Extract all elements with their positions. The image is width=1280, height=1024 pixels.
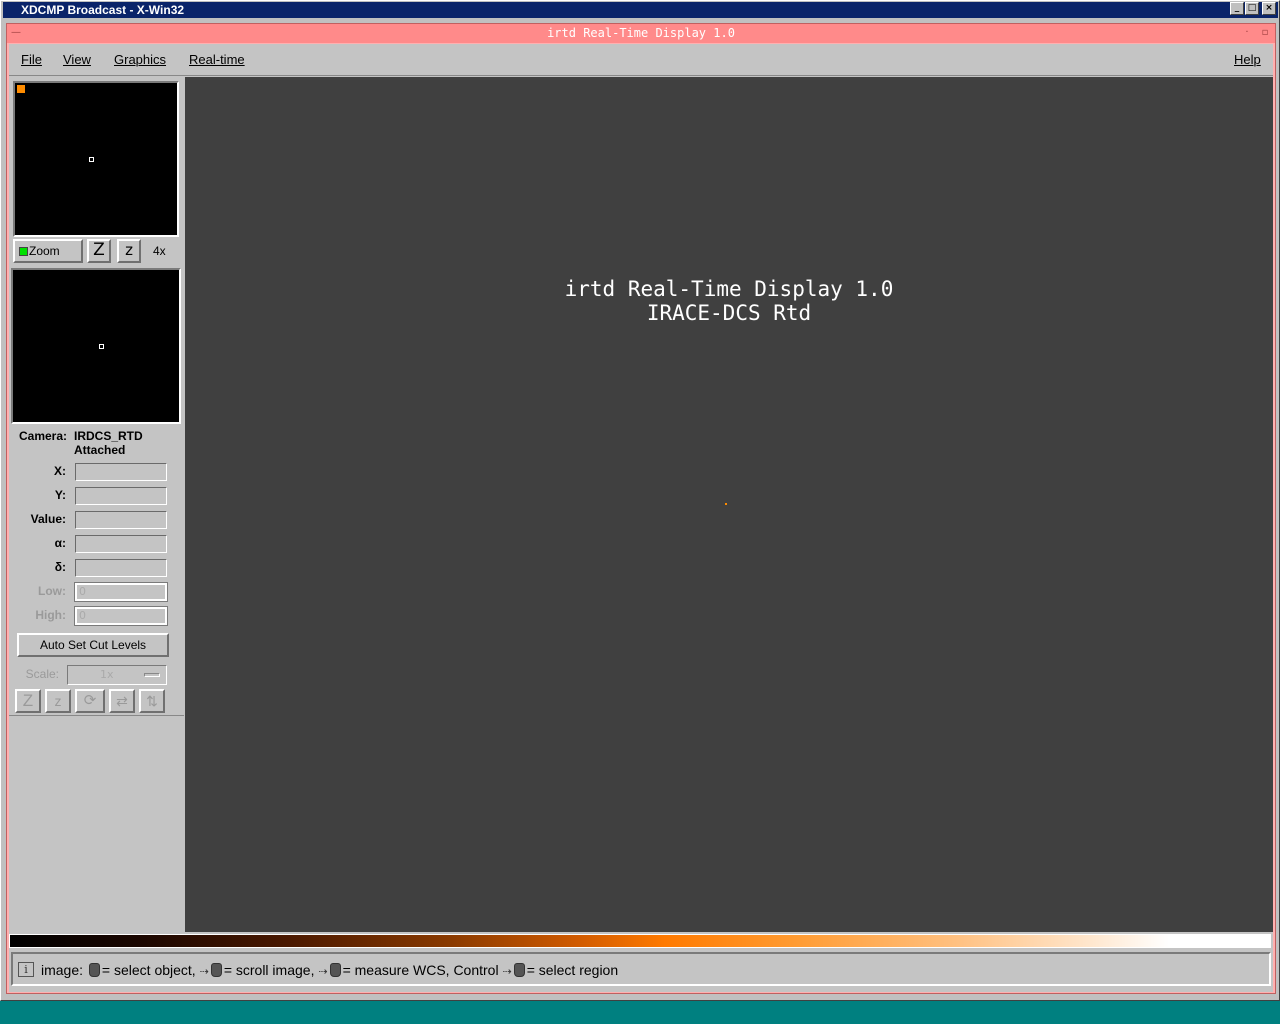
zoom-factor: 4x <box>153 244 166 258</box>
x-window-title: irtd Real-Time Display 1.0 <box>547 26 735 40</box>
mouse-right-icon <box>329 963 341 977</box>
image-canvas[interactable]: irtd Real-Time Display 1.0 IRACE-DCS Rtd <box>185 77 1273 932</box>
maximize-button[interactable]: □ <box>1245 2 1259 15</box>
y-label: Y: <box>54 488 66 502</box>
menu-realtime[interactable]: Real-time <box>189 52 245 67</box>
x-win32-window: XDCMP Broadcast - X-Win32 _ □ × irtd Rea… <box>0 0 1280 1001</box>
splash-title: irtd Real-Time Display 1.0 <box>564 277 894 301</box>
camera-label: Camera: <box>19 429 68 443</box>
panner-center-marker <box>89 157 94 162</box>
x-menu-icon[interactable]: — <box>9 27 23 39</box>
x-window-titlebar[interactable]: irtd Real-Time Display 1.0 <box>7 24 1275 43</box>
status-message: image: = select object, ⇢ = scroll image,… <box>41 962 619 978</box>
alpha-field <box>75 535 167 553</box>
x-minimize-icon[interactable]: · <box>1240 27 1254 39</box>
menu-file[interactable]: File <box>21 52 42 67</box>
x-window-frame: irtd Real-Time Display 1.0 — · ▫ File Vi… <box>6 23 1276 994</box>
auto-set-cut-levels-button[interactable]: Auto Set Cut Levels <box>17 633 169 657</box>
panner-region-marker[interactable] <box>17 85 25 93</box>
menu-graphics[interactable]: Graphics <box>114 52 166 67</box>
sidebar-divider <box>9 715 184 716</box>
x-label: X: <box>54 464 66 478</box>
minimize-button[interactable]: _ <box>1230 2 1244 15</box>
drag-arrow-icon: ⇢ <box>502 966 512 978</box>
rotate-tool-icon[interactable]: ⟳ <box>75 689 105 713</box>
flip-x-tool-icon[interactable]: ⇄ <box>109 689 135 713</box>
low-label: Low: <box>38 584 66 598</box>
flip-y-tool-icon[interactable]: ⇅ <box>139 689 165 713</box>
y-field <box>75 487 167 505</box>
window-title: XDCMP Broadcast - X-Win32 <box>21 3 185 17</box>
drag-arrow-icon: ⇢ <box>318 966 328 978</box>
x-maximize-icon[interactable]: ▫ <box>1258 27 1272 39</box>
alpha-label: α: <box>54 536 66 550</box>
mouse-left-icon <box>88 963 100 977</box>
image-pixel-marker <box>725 503 727 505</box>
close-button[interactable]: × <box>1262 2 1276 15</box>
menu-view[interactable]: View <box>63 52 91 67</box>
info-icon: i <box>18 962 34 977</box>
status-bar: i image: = select object, ⇢ = scroll imag… <box>11 952 1271 986</box>
menu-help[interactable]: Help <box>1234 52 1261 67</box>
mouse-left-icon <box>513 963 525 977</box>
drag-arrow-icon: ⇢ <box>199 966 209 978</box>
camera-name: IRDCS_RTD <box>74 429 143 443</box>
zoom-out-tool-icon[interactable]: z <box>45 689 71 713</box>
colorbar[interactable] <box>9 934 1271 948</box>
mouse-middle-icon <box>210 963 222 977</box>
high-label: High: <box>35 608 66 622</box>
value-label: Value: <box>30 512 66 526</box>
desktop-background <box>0 1001 1280 1024</box>
window-titlebar[interactable]: XDCMP Broadcast - X-Win32 <box>3 2 1278 18</box>
menubar: File View Graphics Real-time Help <box>9 44 1273 76</box>
magnifier-center-marker <box>99 344 104 349</box>
delta-label: δ: <box>54 560 66 574</box>
scale-label: Scale: <box>25 667 59 681</box>
rtd-application: File View Graphics Real-time Help Zoom Z <box>9 44 1273 992</box>
camera-status: Attached <box>74 443 126 457</box>
panner-view[interactable] <box>13 81 179 237</box>
zoom-in-tool-icon[interactable]: Z <box>15 689 41 713</box>
magnifier-view <box>11 268 181 424</box>
delta-field <box>75 559 167 577</box>
x-field <box>75 463 167 481</box>
scale-select[interactable]: 1x <box>67 665 167 685</box>
zoom-in-button[interactable]: Z <box>87 239 111 263</box>
zoom-out-button[interactable]: z <box>117 239 141 263</box>
low-input[interactable]: 0 <box>74 582 168 602</box>
zoom-toggle-button[interactable]: Zoom <box>13 239 83 263</box>
zoom-indicator-icon <box>19 247 28 256</box>
control-sidebar: Zoom Z z 4x Camera: IRDCS_RTD Attached X… <box>9 77 184 932</box>
value-field <box>75 511 167 529</box>
splash-subtitle: IRACE-DCS Rtd <box>646 301 812 325</box>
zoom-controls: Zoom Z z 4x <box>13 239 181 265</box>
high-input[interactable]: 0 <box>74 606 168 626</box>
scale-dropdown-icon <box>144 673 160 677</box>
